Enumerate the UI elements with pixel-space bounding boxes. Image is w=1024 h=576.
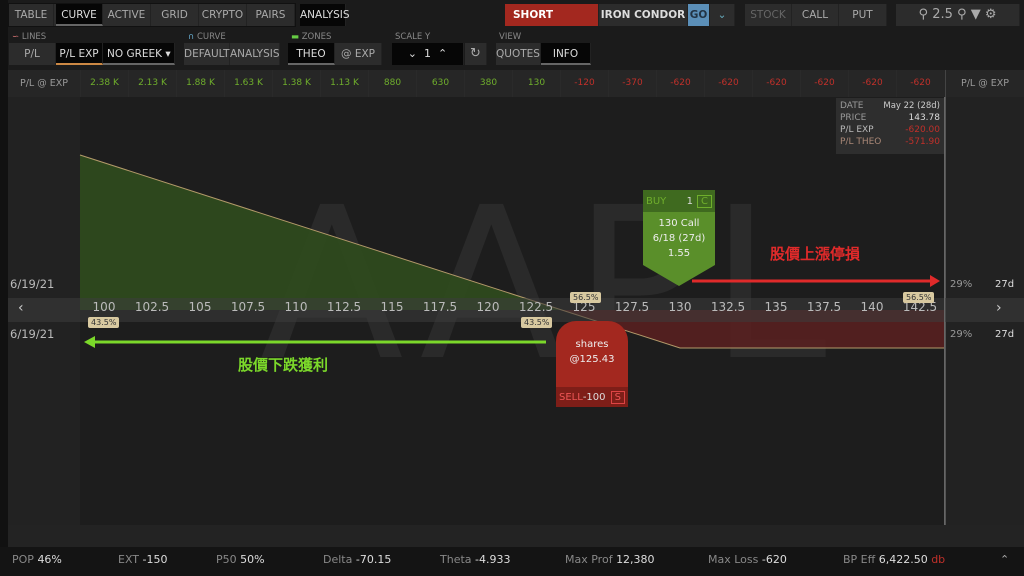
strike-label: 102.5	[134, 300, 170, 314]
strike-label: 105	[188, 300, 212, 314]
stat-value: -150	[142, 553, 168, 566]
strike-label: 132.5	[710, 300, 746, 314]
sell-side: SELL	[559, 391, 583, 403]
down-arrowhead	[84, 336, 95, 348]
stat-delta: Delta -70.15	[323, 553, 391, 566]
stat-label: POP	[12, 553, 34, 566]
buy-qty: 1	[686, 195, 694, 207]
prob-tag-mid-right: 56.5%	[570, 292, 602, 303]
annotation-up: 股價上漲停損	[770, 245, 861, 263]
stat-value: -4.933	[475, 553, 511, 566]
sell-qty: -100	[582, 391, 606, 403]
buy-expiry: 6/18 (27d)	[652, 233, 706, 244]
sell-type: S	[610, 390, 625, 404]
strike-label: 117.5	[422, 300, 458, 314]
annotation-down: 股價下跌獲利	[238, 356, 329, 374]
info-pltheo-label: P/L THEO	[840, 137, 882, 147]
info-date-label: DATE	[840, 101, 864, 111]
pl-curve-chart	[79, 154, 945, 349]
strike-label: 115	[380, 300, 404, 314]
strike-label: 110	[284, 300, 308, 314]
stat-label: EXT	[118, 553, 140, 566]
stat-label: Max Prof	[565, 553, 613, 566]
buy-price: 1.55	[667, 248, 691, 259]
stat-value: -620	[761, 553, 787, 566]
stat-label: Max Loss	[708, 553, 759, 566]
chart-footer	[8, 525, 1024, 547]
strike-label: 100	[92, 300, 116, 314]
info-plexp-label: P/L EXP	[840, 125, 874, 135]
strike-label: 137.5	[806, 300, 842, 314]
buy-type: C	[697, 194, 712, 208]
sell-instrument: shares	[575, 339, 609, 350]
stat-value: 12,380	[616, 553, 655, 566]
scroll-left-icon[interactable]: ‹	[18, 300, 24, 316]
strike-label: 130	[668, 300, 692, 314]
stat-value: -70.15	[355, 553, 392, 566]
strike-label: 140	[860, 300, 884, 314]
strike-label: 122.5	[518, 300, 554, 314]
info-price-label: PRICE	[840, 113, 867, 123]
prob-tag-right: 56.5%	[903, 292, 935, 303]
strike-label: 112.5	[326, 300, 362, 314]
stat-unit: db	[931, 553, 946, 566]
buy-side: BUY	[646, 195, 667, 207]
info-box: DATE May 22 (28d) PRICE 143.78 P/L EXP -620…	[836, 98, 944, 154]
strike-label: 135	[764, 300, 788, 314]
stat-theta: Theta -4.933	[440, 553, 510, 566]
strike-label: 120	[476, 300, 500, 314]
days-bottom: 27d	[995, 329, 1015, 340]
stat-label: P50	[216, 553, 237, 566]
prob-tag-mid-left: 43.5%	[521, 317, 553, 328]
stat-label: BP Eff	[843, 553, 876, 566]
stat-max-prof: Max Prof 12,380	[565, 553, 655, 566]
stat-value: 46%	[37, 553, 62, 566]
stat-max-loss: Max Loss -620	[708, 553, 787, 566]
stat-value: 6,422.50	[878, 553, 928, 566]
stat-pop: POP 46%	[12, 553, 62, 566]
price-cursor-line	[944, 97, 945, 525]
stat-bp-eff: BP Eff 6,422.50 db	[843, 553, 945, 566]
stat-ext: EXT -150	[118, 553, 167, 566]
iv-top: 29%	[950, 279, 973, 290]
stat-p50: P50 50%	[216, 553, 265, 566]
prob-tag-left: 43.5%	[88, 317, 120, 328]
chevron-up-icon[interactable]: ⌃	[1000, 553, 1009, 566]
iv-bottom: 29%	[950, 329, 973, 340]
up-arrowhead	[930, 275, 940, 287]
info-date: May 22 (28d)	[883, 101, 940, 111]
stat-value: 50%	[240, 553, 265, 566]
buy-call-leg[interactable]: BUY 1 C 130 Call 6/18 (27d) 1.55	[643, 190, 715, 286]
buy-contract: 130 Call	[658, 218, 700, 229]
info-price: 143.78	[908, 113, 941, 123]
strike-label: 107.5	[230, 300, 266, 314]
info-plexp: -620.00	[905, 125, 940, 135]
sell-shares-leg[interactable]: shares @125.43 SELL -100 S	[556, 321, 628, 407]
stat-label: Theta	[440, 553, 472, 566]
scroll-right-icon[interactable]: ›	[996, 300, 1002, 316]
stat-label: Delta	[323, 553, 353, 566]
date-top: 6/19/21	[10, 277, 55, 291]
strike-label: 127.5	[614, 300, 650, 314]
info-pltheo: -571.90	[905, 137, 940, 147]
sell-price: @125.43	[569, 354, 615, 365]
days-top: 27d	[995, 279, 1015, 290]
date-bottom: 6/19/21	[10, 327, 55, 341]
